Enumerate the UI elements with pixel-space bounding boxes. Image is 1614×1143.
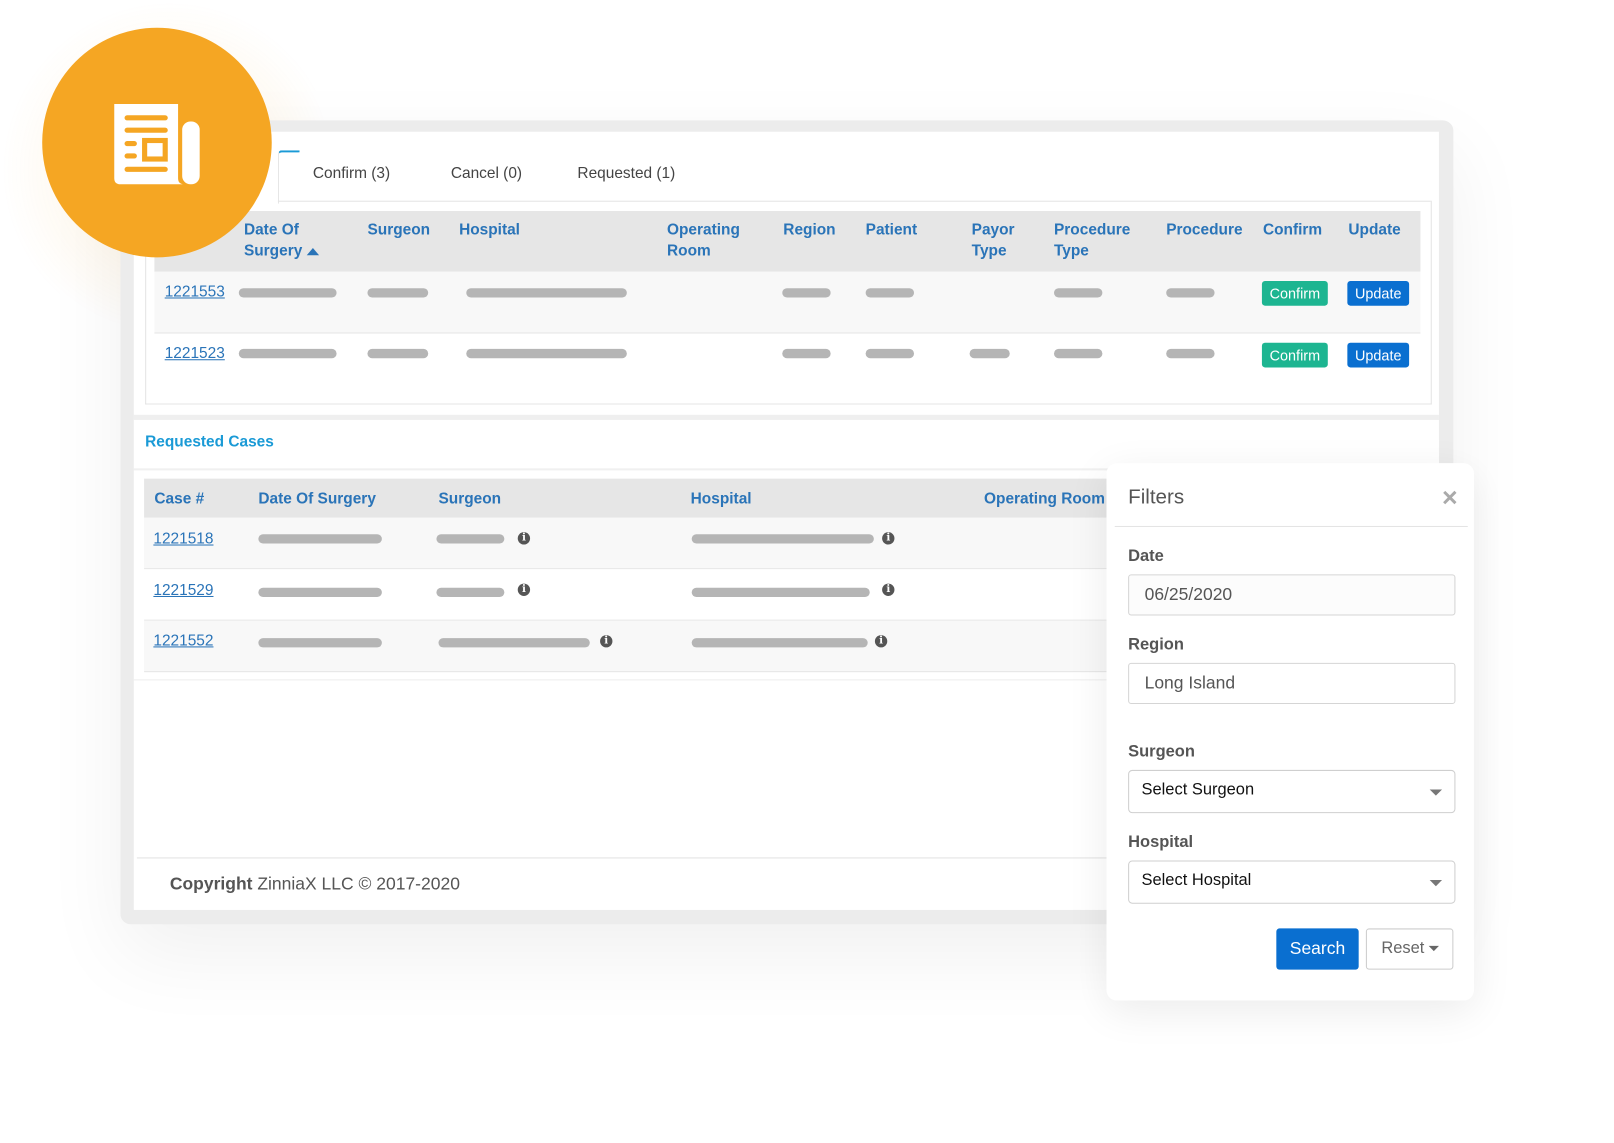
redacted-surgeon — [436, 534, 505, 544]
copyright-label: Copyright — [169, 873, 253, 894]
redacted-hospital — [691, 587, 870, 597]
newspaper-icon — [114, 103, 200, 185]
col-patient[interactable]: Patient — [866, 220, 917, 241]
redacted-payor-type — [969, 348, 1010, 359]
col-date-of-surgery[interactable]: Date Of Surgery — [258, 489, 376, 510]
sort-asc-icon — [306, 248, 319, 256]
section-divider — [133, 414, 1439, 420]
col-hospital[interactable]: Hospital — [459, 220, 520, 241]
chevron-down-icon — [1429, 789, 1443, 796]
hospital-select[interactable]: Select Hospital — [1128, 860, 1456, 904]
copyright: Copyright ZinniaX LLC © 2017-2020 — [170, 874, 460, 895]
col-procedure[interactable]: Procedure — [1166, 220, 1242, 241]
redacted-procedure — [1166, 288, 1215, 298]
region-field[interactable]: Long Island — [1128, 662, 1456, 705]
redacted-date — [258, 534, 382, 544]
redacted-hospital — [466, 288, 627, 298]
surgeon-select[interactable]: Select Surgeon — [1128, 769, 1456, 814]
info-icon[interactable]: i — [882, 583, 895, 596]
info-icon[interactable]: i — [517, 532, 531, 545]
col-update: Update — [1348, 221, 1401, 239]
redacted-hospital — [691, 534, 874, 544]
redacted-patient — [865, 348, 915, 359]
redacted-surgeon — [367, 288, 429, 298]
case-link[interactable]: 1221553 — [165, 283, 225, 300]
update-button[interactable]: Update — [1347, 342, 1410, 368]
col-confirm: Confirm — [1262, 221, 1323, 239]
surgeon-label: Surgeon — [1128, 743, 1195, 761]
caret-down-icon — [1428, 946, 1440, 952]
tab-requested[interactable]: Requested (1) — [577, 165, 675, 182]
redacted-date — [238, 288, 337, 298]
col-operating-room[interactable]: Operating Room — [667, 220, 760, 261]
info-icon[interactable]: i — [882, 532, 895, 545]
col-region[interactable]: Region — [783, 220, 835, 241]
info-icon[interactable]: i — [600, 635, 613, 648]
case-link[interactable]: 1221523 — [165, 345, 225, 362]
col-label: Date Of Surgery — [243, 221, 303, 260]
redacted-patient — [865, 288, 915, 298]
reset-button[interactable]: Reset — [1365, 928, 1454, 970]
hospital-select-value: Select Hospital — [1141, 871, 1252, 890]
col-surgeon[interactable]: Surgeon — [438, 489, 501, 510]
col-hospital[interactable]: Hospital — [691, 489, 752, 510]
case-link[interactable]: 1221518 — [153, 530, 213, 547]
reset-label: Reset — [1381, 939, 1425, 958]
chevron-down-icon — [1429, 880, 1443, 887]
tab-cancel[interactable]: Cancel (0) — [451, 165, 522, 182]
filters-title: Filters — [1128, 485, 1185, 509]
divider — [133, 679, 1107, 681]
surgeon-select-value: Select Surgeon — [1141, 781, 1255, 799]
badge — [42, 27, 272, 258]
redacted-surgeon — [436, 587, 505, 597]
redacted-procedure — [1166, 348, 1215, 359]
redacted-date — [238, 348, 337, 359]
update-button[interactable]: Update — [1347, 280, 1410, 306]
close-icon[interactable]: × — [1442, 482, 1458, 514]
info-icon[interactable]: i — [517, 583, 531, 596]
col-payor-type[interactable]: Payor Type — [972, 220, 1034, 261]
copyright-text: ZinniaX LLC © 2017-2020 — [257, 873, 460, 894]
redacted-region — [782, 288, 831, 298]
hospital-label: Hospital — [1128, 833, 1194, 852]
confirm-button[interactable]: Confirm — [1261, 280, 1328, 306]
case-link[interactable]: 1221552 — [153, 632, 213, 649]
redacted-region — [782, 348, 831, 359]
redacted-date — [258, 587, 382, 597]
col-procedure-type[interactable]: Procedure Type — [1054, 220, 1147, 261]
info-icon[interactable]: i — [874, 635, 888, 648]
requested-cases-title: Requested Cases — [145, 433, 274, 451]
redacted-procedure-type — [1054, 348, 1103, 359]
table-row — [154, 271, 1421, 334]
redacted-surgeon — [438, 638, 590, 648]
filters-panel: Filters × Date 06/25/2020 Region Long Is… — [1106, 463, 1474, 1001]
confirm-button[interactable]: Confirm — [1261, 342, 1328, 368]
region-label: Region — [1128, 636, 1184, 654]
redacted-date — [258, 638, 382, 648]
col-surgeon[interactable]: Surgeon — [367, 220, 430, 241]
tab-confirm[interactable]: Confirm (3) — [313, 165, 390, 182]
col-date-of-surgery[interactable]: Date Of Surgery — [244, 220, 337, 261]
tab-active[interactable] — [277, 150, 300, 204]
col-case[interactable]: Case # — [154, 489, 204, 510]
redacted-surgeon — [367, 348, 429, 359]
date-field[interactable]: 06/25/2020 — [1128, 574, 1456, 616]
redacted-procedure-type — [1054, 288, 1103, 298]
search-button[interactable]: Search — [1276, 928, 1359, 970]
col-operating-room[interactable]: Operating Room — [984, 489, 1105, 510]
divider — [1114, 525, 1468, 528]
date-label: Date — [1128, 547, 1164, 566]
redacted-hospital — [691, 638, 868, 648]
redacted-hospital — [466, 348, 627, 359]
table-row — [154, 333, 1421, 395]
case-link[interactable]: 1221529 — [153, 582, 213, 599]
